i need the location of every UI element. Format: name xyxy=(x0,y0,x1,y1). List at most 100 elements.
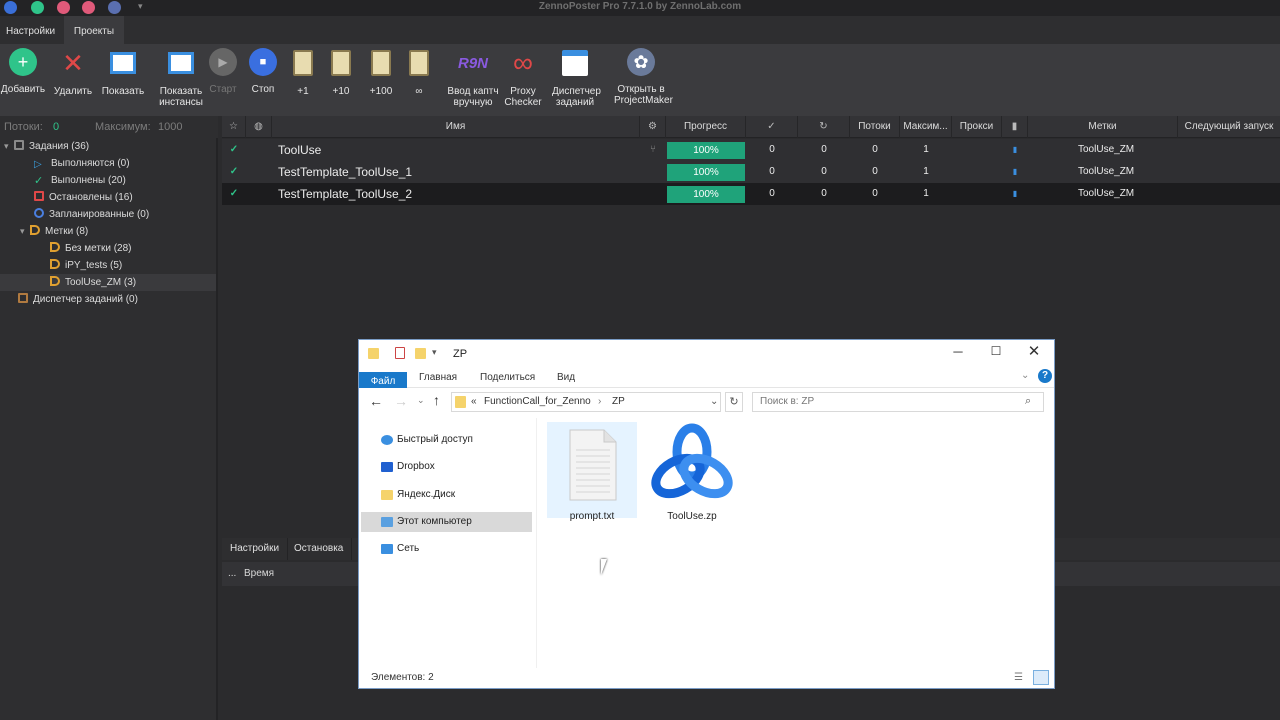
table-row[interactable]: ✓ TestTemplate_ToolUse_1 100% 0 0 0 1 ▮ ToolUse_… xyxy=(222,161,1280,183)
calendar-icon xyxy=(560,48,590,78)
tree-item[interactable]: ToolUse_ZM (3) xyxy=(0,274,216,291)
threads-count: 0 xyxy=(872,166,878,177)
col-proxy[interactable]: Прокси xyxy=(952,116,1002,138)
gear-icon: ⚙ xyxy=(648,121,657,132)
explorer-title-bar: ▾ ZP ─ ☐ ✕ xyxy=(359,340,1054,368)
check-icon: ✓ xyxy=(229,166,239,177)
tree-item[interactable]: Запланированные (0) xyxy=(0,206,216,223)
ribbon-tab-view[interactable]: Вид xyxy=(547,368,585,388)
toolbar-close-button[interactable]: ✕ Удалить xyxy=(50,48,96,98)
task-name: TestTemplate_ToolUse_1 xyxy=(278,165,413,179)
tree-item-label: Запланированные (0) xyxy=(49,209,150,220)
table-row[interactable]: ✓ TestTemplate_ToolUse_2 100% 0 0 0 1 ▮ ToolUse_… xyxy=(222,183,1280,205)
address-separator[interactable]: › xyxy=(598,393,601,411)
tree-item[interactable]: Без метки (28) xyxy=(0,240,216,257)
maximize-button[interactable]: ☐ xyxy=(981,344,1011,364)
new-folder-icon[interactable] xyxy=(415,348,426,359)
explorer-title: ZP xyxy=(453,348,468,360)
max-count: 1 xyxy=(923,188,929,199)
explorer-window: ▾ ZP ─ ☐ ✕ Файл Главная Поделиться Вид ⌄… xyxy=(358,339,1055,689)
up-icon[interactable]: ↑ xyxy=(433,392,440,408)
col-priority[interactable]: ▮ xyxy=(1002,116,1028,138)
address-prefix[interactable]: « xyxy=(471,393,477,411)
app-title-bar: ▾ ZennoPoster Pro 7.7.1.0 by ZennoLab.co… xyxy=(0,0,1280,16)
tab-stop[interactable]: Остановка xyxy=(286,538,353,560)
check-icon: ✓ xyxy=(229,144,239,155)
menu-projects[interactable]: Проекты xyxy=(64,16,124,44)
clipboard-icon xyxy=(326,48,356,78)
nav-item[interactable]: Этот компьютер xyxy=(361,511,532,532)
col-tags[interactable]: Метки xyxy=(1028,116,1178,138)
file-tooluse-zp[interactable]: ToolUse.zp xyxy=(647,422,737,522)
refresh-button[interactable]: ↻ xyxy=(725,392,743,412)
tag-icon xyxy=(50,276,60,286)
address-segment-functioncall[interactable]: FunctionCall_for_Zenno xyxy=(484,393,591,411)
col-progress[interactable]: Прогресс xyxy=(666,116,746,138)
nav-item[interactable]: Яндекс.Диск xyxy=(361,485,532,505)
tab-settings[interactable]: Настройки xyxy=(222,538,289,560)
ribbon-tab-home[interactable]: Главная xyxy=(409,368,467,388)
toolbar-projectmaker-button[interactable]: ✿ Открыть в ProjectMaker xyxy=(614,48,673,106)
nav-item[interactable]: Быстрый доступ xyxy=(361,430,532,450)
col-max[interactable]: Максим... xyxy=(900,116,952,138)
threads-label: Потоки: xyxy=(4,121,43,133)
col-next-run[interactable]: Следующий запуск xyxy=(1178,116,1280,138)
col-favorite[interactable]: ☆ xyxy=(222,116,246,138)
col-success[interactable]: ✓ xyxy=(746,116,798,138)
large-icons-view-icon[interactable] xyxy=(1033,670,1049,685)
success-count: 0 xyxy=(769,166,775,177)
back-icon[interactable]: ← xyxy=(369,393,383,409)
search-input[interactable]: Поиск в: ZP xyxy=(752,392,1044,412)
toolbar-windows-button[interactable]: Показать xyxy=(100,48,146,97)
file-prompt-txt[interactable]: prompt.txt xyxy=(547,422,637,522)
file-name: prompt.txt xyxy=(569,511,615,522)
log-ellipsis[interactable]: ... xyxy=(228,568,236,579)
tree-item[interactable]: ▷ Выполняются (0) xyxy=(0,155,216,172)
help-icon[interactable]: ? xyxy=(1038,369,1052,383)
toolbar-clipboard-button[interactable]: ∞ xyxy=(396,48,442,97)
nav-item[interactable]: Сеть xyxy=(361,539,532,559)
table-row[interactable]: ✓ ToolUse ⑂ 100% 0 0 0 1 ▮ ToolUse_ZM xyxy=(222,139,1280,161)
col-threads[interactable]: Потоки xyxy=(850,116,900,138)
forward-icon[interactable]: → xyxy=(394,393,408,409)
expand-icon[interactable]: ▾ xyxy=(4,138,14,155)
plus-circle-icon: + xyxy=(9,48,37,76)
col-retries[interactable]: ↻ xyxy=(798,116,850,138)
tree-item[interactable]: ✓ Выполнены (20) xyxy=(0,172,216,189)
properties-icon[interactable] xyxy=(395,347,405,359)
ribbon-tab-share[interactable]: Поделиться xyxy=(470,368,545,388)
search-icon[interactable]: ⌕ xyxy=(1025,395,1031,408)
tree-item[interactable]: Остановлены (16) xyxy=(0,189,216,206)
nav-item-label: Яндекс.Диск xyxy=(397,488,456,500)
address-segment-zp[interactable]: ZP xyxy=(612,393,625,411)
recent-dropdown-icon[interactable]: ⌄ xyxy=(417,395,425,406)
grid-icon xyxy=(166,48,196,78)
threads-count: 0 xyxy=(872,188,878,199)
toolbar-infinity-button[interactable]: ∞ Proxy Checker xyxy=(500,47,546,108)
nav-item[interactable]: Dropbox xyxy=(361,457,532,477)
task-tree: ▾ Задания (36) ▷ Выполняются (0) ✓ Выполнены … xyxy=(0,138,218,720)
col-status[interactable]: ◍ xyxy=(246,116,272,138)
toolbar-captcha-button[interactable]: R9N Ввод каптч вручную xyxy=(447,48,499,109)
col-settings[interactable]: ⚙ xyxy=(640,116,666,138)
close-button[interactable]: ✕ xyxy=(1019,342,1049,362)
expand-icon[interactable]: ▾ xyxy=(20,223,30,240)
tree-item[interactable]: Диспетчер заданий (0) xyxy=(0,291,216,308)
address-dropdown-icon[interactable]: ⌄ xyxy=(710,393,718,411)
menu-settings[interactable]: Настройки xyxy=(0,16,61,44)
log-col-time[interactable]: Время xyxy=(244,568,274,579)
toolbar-calendar-button[interactable]: Диспетчер заданий xyxy=(552,48,601,108)
toolbar-plus-circle-button[interactable]: + Добавить xyxy=(0,48,46,95)
tree-item[interactable]: ▾ Задания (36) xyxy=(0,138,216,155)
address-bar[interactable]: « FunctionCall_for_Zenno › ZP ⌄ xyxy=(451,392,721,412)
tree-item[interactable]: ▾ Метки (8) xyxy=(0,223,216,240)
details-view-icon[interactable]: ☰ xyxy=(1014,671,1028,684)
tree-item-label: Задания (36) xyxy=(29,141,90,152)
col-name[interactable]: Имя xyxy=(272,116,640,138)
ribbon-expand-icon[interactable]: ⌄ xyxy=(1021,370,1029,381)
tree-item[interactable]: iPY_tests (5) xyxy=(0,257,216,274)
quick-toolbar-dropdown-icon[interactable]: ▾ xyxy=(432,347,437,358)
refresh-icon: ↻ xyxy=(819,121,828,132)
tree-item-label: Диспетчер заданий (0) xyxy=(33,294,138,305)
minimize-button[interactable]: ─ xyxy=(943,344,973,364)
